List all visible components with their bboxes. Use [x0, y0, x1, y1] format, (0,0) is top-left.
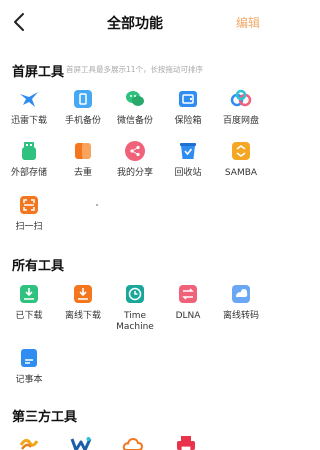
recycle-bin-icon — [180, 143, 196, 159]
third-party-printer-icon — [177, 436, 195, 450]
tool-label: SAMBA — [224, 168, 258, 178]
tool-offline-download[interactable]: 离线下载 — [56, 283, 110, 322]
tool-notepad[interactable]: 记事本 — [2, 347, 56, 386]
tool-label: 回收站 — [174, 168, 202, 178]
page-title: 全部功能 — [107, 16, 163, 32]
external-storage-icon — [22, 142, 36, 160]
tool-label: DLNA — [175, 311, 201, 321]
notepad-icon — [21, 349, 37, 367]
offline-transcode-icon — [232, 285, 250, 303]
tool-label: 迅雷下载 — [10, 116, 47, 126]
tool-safe-box[interactable]: 保险箱 — [161, 88, 215, 127]
third-party-item-1[interactable] — [2, 433, 56, 450]
tool-label: 保险箱 — [174, 116, 202, 126]
offline-download-icon — [74, 285, 92, 303]
phone-backup-icon — [74, 90, 92, 108]
share-icon — [125, 141, 145, 161]
tool-label: 微信备份 — [116, 116, 153, 126]
home-tools-title: 首屏工具 — [12, 65, 65, 80]
third-party-item-3[interactable] — [106, 433, 160, 450]
tool-offline-transcode[interactable]: 离线转码 — [214, 283, 268, 322]
home-tools-hint: 首屏工具最多展示11个，长按拖动可排序 — [66, 65, 204, 74]
samba-icon — [232, 142, 250, 160]
tool-dlna[interactable]: DLNA — [161, 283, 215, 322]
tool-thunder-download[interactable]: 迅雷下载 — [2, 88, 56, 127]
tool-label: 离线下载 — [64, 311, 101, 321]
safe-box-icon — [179, 91, 197, 107]
tool-samba[interactable]: SAMBA — [214, 140, 268, 179]
all-tools-title: 所有工具 — [12, 259, 65, 274]
tool-label: 我的分享 — [116, 168, 153, 178]
tool-dedupe[interactable]: 去重 — [56, 140, 110, 179]
stray-dot — [96, 204, 98, 206]
tool-downloaded[interactable]: 已下载 — [2, 283, 56, 322]
tool-external-storage[interactable]: 外部存储 — [2, 140, 56, 179]
baidu-pan-icon — [230, 89, 252, 107]
tool-label: 扫一扫 — [15, 222, 43, 232]
tool-phone-backup[interactable]: 手机备份 — [56, 88, 110, 127]
tool-label: 外部存储 — [10, 168, 47, 178]
downloaded-icon — [20, 285, 38, 303]
tool-time-machine[interactable]: Time Machine — [108, 283, 162, 333]
third-party-title: 第三方工具 — [12, 410, 78, 425]
tool-label: 记事本 — [15, 375, 43, 385]
edit-button[interactable]: 编辑 — [236, 14, 260, 31]
dlna-icon — [179, 285, 197, 303]
time-machine-icon — [126, 285, 144, 303]
header: 全部功能 编辑 — [0, 0, 270, 44]
tool-my-share[interactable]: 我的分享 — [108, 140, 162, 179]
tool-label: 去重 — [73, 168, 92, 178]
third-party-item-2[interactable] — [54, 433, 108, 450]
tool-recycle-bin[interactable]: 回收站 — [161, 140, 215, 179]
tool-scan[interactable]: 扫一扫 — [2, 194, 56, 233]
third-party-item-4[interactable] — [159, 433, 213, 450]
third-party-logo-w-icon — [70, 437, 92, 450]
scan-icon — [20, 196, 38, 214]
third-party-cloud-icon — [122, 437, 144, 450]
tool-label: 手机备份 — [64, 116, 101, 126]
third-party-logo-1-icon — [19, 438, 39, 450]
thunder-bird-icon — [20, 92, 38, 107]
dedupe-icon — [75, 143, 91, 159]
tool-label: 百度网盘 — [222, 116, 259, 126]
tool-label: 已下载 — [15, 311, 43, 321]
tool-wechat-backup[interactable]: 微信备份 — [108, 88, 162, 127]
tool-baidu-pan[interactable]: 百度网盘 — [214, 88, 268, 127]
tool-label: Time Machine — [116, 311, 154, 332]
tool-label: 离线转码 — [222, 311, 259, 321]
wechat-backup-icon — [126, 91, 144, 106]
